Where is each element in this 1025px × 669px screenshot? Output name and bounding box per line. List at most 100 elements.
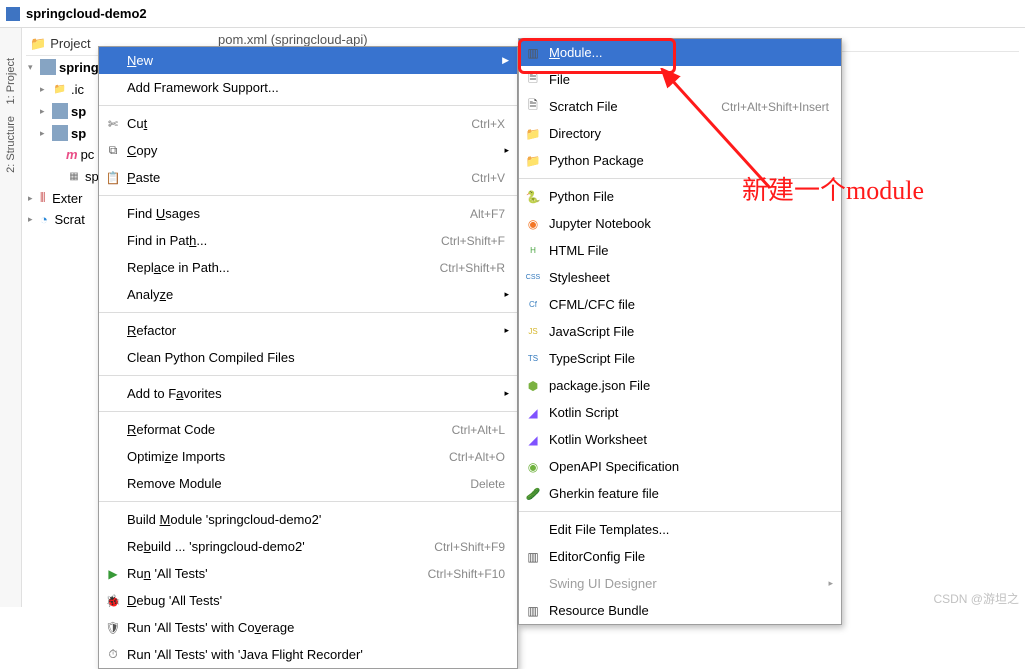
- side-tab-structure[interactable]: 2: Structure: [5, 116, 17, 173]
- ctx-find-usages[interactable]: Find UsagesAlt+F7: [99, 200, 517, 227]
- sub-swing[interactable]: Swing UI Designer▸: [519, 570, 841, 597]
- sub-pkg-json[interactable]: ⬢ package.json File: [519, 372, 841, 399]
- ctx-replace-in-path[interactable]: Replace in Path...Ctrl+Shift+R: [99, 254, 517, 281]
- sub-label: Edit File Templates...: [549, 522, 669, 537]
- shield-play-icon: 🛡: [105, 621, 121, 635]
- side-tab-project[interactable]: 1: Project: [5, 58, 17, 104]
- sub-label: OpenAPI Specification: [549, 459, 679, 474]
- annotation-text: 新建一个module: [742, 170, 924, 207]
- ctx-add-framework[interactable]: Add Framework Support...: [99, 74, 517, 101]
- ctx-optimize-imports[interactable]: Optimize ImportsCtrl+Alt+O: [99, 443, 517, 470]
- python-icon: 🐍: [525, 190, 541, 204]
- ctx-clean-py[interactable]: Clean Python Compiled Files: [99, 344, 517, 371]
- ctx-run-coverage[interactable]: 🛡 Run 'All Tests' with Coverage: [99, 614, 517, 641]
- sub-label: EditorConfig File: [549, 549, 645, 564]
- ctx-refactor[interactable]: Refactor▸: [99, 317, 517, 344]
- sub-label: Jupyter Notebook: [549, 216, 651, 231]
- cfml-icon: Cf: [525, 300, 541, 309]
- sub-ts[interactable]: TSTypeScript File: [519, 345, 841, 372]
- ctx-label: Add to Favorites: [127, 386, 222, 401]
- app-title: springcloud-demo2: [26, 6, 147, 21]
- bug-icon: 🐞: [105, 594, 121, 608]
- sub-label: Gherkin feature file: [549, 486, 659, 501]
- ctx-remove-module[interactable]: Remove ModuleDelete: [99, 470, 517, 497]
- ctx-new[interactable]: New ▶: [99, 47, 517, 74]
- ctx-build-module[interactable]: Build Module 'springcloud-demo2': [99, 506, 517, 533]
- sub-module[interactable]: ▥ Module...: [519, 39, 841, 66]
- sub-jupyter[interactable]: ◉ Jupyter Notebook: [519, 210, 841, 237]
- sub-label: Kotlin Script: [549, 405, 618, 420]
- ctx-label: Run 'All Tests': [127, 566, 208, 581]
- ctx-copy[interactable]: ⧉Copy▸: [99, 137, 517, 164]
- submenu-arrow-icon: ▶: [502, 55, 509, 66]
- sub-js[interactable]: JS JavaScript File: [519, 318, 841, 345]
- bundle-icon: ▥: [525, 604, 541, 618]
- js-icon: JS: [525, 327, 541, 336]
- sub-kt-ws[interactable]: ◢ Kotlin Worksheet: [519, 426, 841, 453]
- sub-label: Module...: [549, 45, 603, 60]
- ctx-rebuild[interactable]: Rebuild ... 'springcloud-demo2'Ctrl+Shif…: [99, 533, 517, 560]
- kotlin-icon: ◢: [525, 433, 541, 447]
- ctx-label: Analyze: [127, 287, 173, 302]
- ctx-label: Clean Python Compiled Files: [127, 350, 295, 365]
- node-icon: ⬢: [525, 379, 541, 393]
- sub-label: Python Package: [549, 153, 644, 168]
- sub-gherkin[interactable]: 🥒 Gherkin feature file: [519, 480, 841, 507]
- ctx-label: Debug 'All Tests': [127, 593, 222, 608]
- sub-label: Stylesheet: [549, 270, 610, 285]
- project-tab-label: Project: [50, 36, 90, 51]
- module-icon: ▥: [525, 46, 541, 60]
- ctx-label: Run 'All Tests' with 'Java Flight Record…: [127, 647, 363, 662]
- ctx-label: Reformat Code: [127, 422, 215, 437]
- folder-icon: 📁: [30, 36, 46, 52]
- ctx-label: Rebuild ... 'springcloud-demo2': [127, 539, 305, 554]
- ctx-reformat[interactable]: Reformat CodeCtrl+Alt+L: [99, 416, 517, 443]
- sub-label: Kotlin Worksheet: [549, 432, 647, 447]
- kotlin-icon: ◢: [525, 406, 541, 420]
- sub-openapi[interactable]: ◉OpenAPI Specification: [519, 453, 841, 480]
- ctx-label: Run 'All Tests' with Coverage: [127, 620, 294, 635]
- ctx-debug[interactable]: 🐞 Debug 'All Tests': [99, 587, 517, 614]
- ctx-paste[interactable]: 📋PasteCtrl+V: [99, 164, 517, 191]
- sub-scratch[interactable]: 🗎Scratch FileCtrl+Alt+Shift+Insert: [519, 93, 841, 120]
- sub-label: CFML/CFC file: [549, 297, 635, 312]
- ctx-run[interactable]: ▶Run 'All Tests'Ctrl+Shift+F10: [99, 560, 517, 587]
- sub-kt-script[interactable]: ◢ Kotlin Script: [519, 399, 841, 426]
- ctx-run-jfr[interactable]: ⏱Run 'All Tests' with 'Java Flight Recor…: [99, 641, 517, 668]
- sub-cfml[interactable]: Cf CFML/CFC file: [519, 291, 841, 318]
- scratch-icon: 🗎: [525, 96, 541, 117]
- sub-directory[interactable]: 📁Directory: [519, 120, 841, 147]
- jupyter-icon: ◉: [525, 217, 541, 231]
- app-icon: [6, 7, 20, 21]
- sub-html[interactable]: HHTML File: [519, 237, 841, 264]
- sub-editorconfig[interactable]: ▥EditorConfig File: [519, 543, 841, 570]
- sub-stylesheet[interactable]: CSSStylesheet: [519, 264, 841, 291]
- ctx-label: Copy: [127, 143, 157, 158]
- sub-label: TypeScript File: [549, 351, 635, 366]
- html-icon: H: [525, 246, 541, 255]
- sub-label: Resource Bundle: [549, 603, 649, 618]
- file-icon: 🗎: [525, 69, 541, 90]
- ctx-label: Find in Path...: [127, 233, 207, 248]
- gherkin-icon: 🥒: [525, 487, 541, 501]
- sub-label: Directory: [549, 126, 601, 141]
- ctx-find-in-path[interactable]: Find in Path...Ctrl+Shift+F: [99, 227, 517, 254]
- sub-label: JavaScript File: [549, 324, 634, 339]
- sub-label: Scratch File: [549, 99, 618, 114]
- sub-edit-tpl[interactable]: Edit File Templates...: [519, 516, 841, 543]
- ctx-add-favorites[interactable]: Add to Favorites▸: [99, 380, 517, 407]
- ctx-label: Cut: [127, 116, 147, 131]
- app-header: springcloud-demo2: [0, 0, 1025, 28]
- sub-label: Python File: [549, 189, 614, 204]
- sub-label: package.json File: [549, 378, 650, 393]
- sub-res-bundle[interactable]: ▥ Resource Bundle: [519, 597, 841, 624]
- ctx-label: Remove Module: [127, 476, 222, 491]
- watermark: CSDN @游坦之: [933, 590, 1019, 607]
- sub-file[interactable]: 🗎File: [519, 66, 841, 93]
- ctx-label: Optimize Imports: [127, 449, 225, 464]
- ctx-cut[interactable]: ✄CutCtrl+X: [99, 110, 517, 137]
- ctx-label: New: [127, 53, 153, 68]
- ctx-analyze[interactable]: Analyze▸: [99, 281, 517, 308]
- ctx-label: Find Usages: [127, 206, 200, 221]
- sub-label: Swing UI Designer: [549, 576, 657, 591]
